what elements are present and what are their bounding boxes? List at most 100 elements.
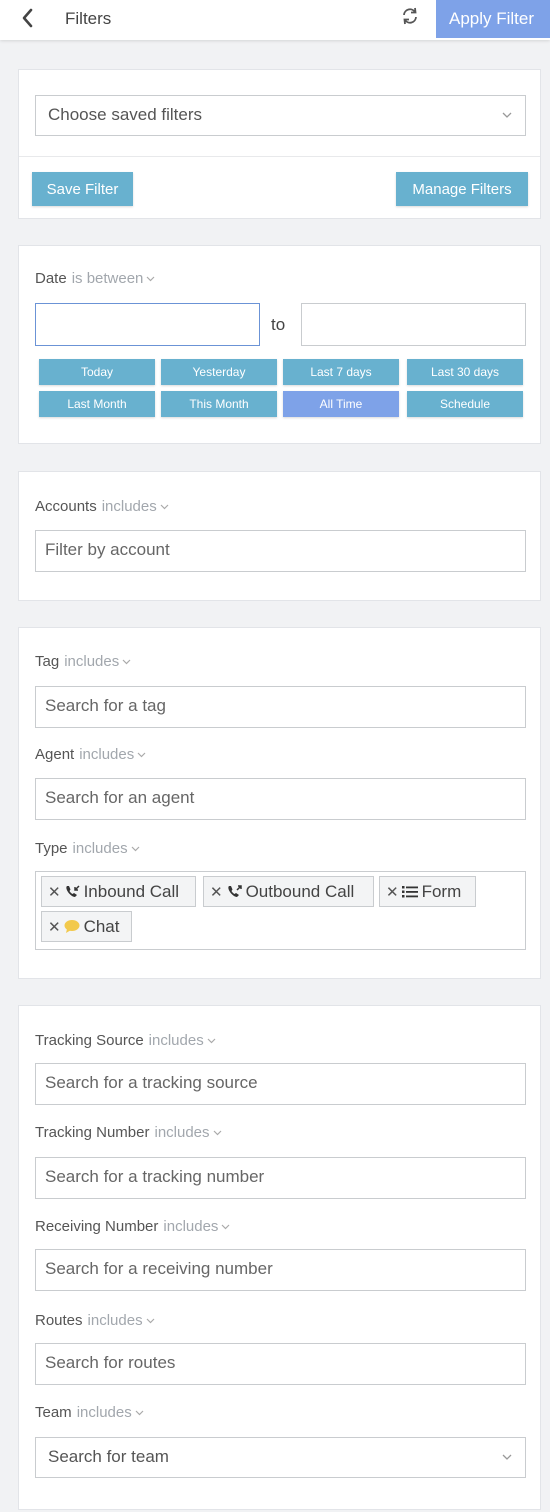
type-chip-chat-label: Chat [83,916,120,936]
routes-label: Routes [35,1312,83,1329]
chevron-down-icon [207,1038,216,1044]
tag-operator-text: includes [64,653,120,670]
agent-label: Agent [35,746,75,763]
tag-search-placeholder: Search for a tag [45,696,166,715]
receiving-number-label: Receiving Number [35,1218,159,1235]
date-panel: Date is between to Today Yesterday Last 7… [18,245,541,444]
type-chip-form: ✕ Form [379,876,476,907]
chevron-down-icon [146,1318,155,1324]
chevron-down-icon [213,1130,221,1136]
manage-filters-button[interactable]: Manage Filters [396,172,528,206]
team-operator-dropdown[interactable]: includes [77,1404,144,1421]
receiving-number-operator-text: includes [163,1218,219,1235]
tracking-source-placeholder: Search for a tracking source [45,1073,258,1092]
type-chip-inbound-call: ✕ Inbound Call [41,876,196,907]
date-to-label: to [271,315,286,334]
date-operator-dropdown[interactable]: is between [72,270,156,287]
saved-filters-select[interactable]: Choose saved filters [35,95,526,136]
date-today-button[interactable]: Today [39,359,155,385]
remove-chip-icon[interactable]: ✕ [48,883,61,901]
agent-operator-text: includes [79,746,135,763]
type-chip-box[interactable]: ✕ Inbound Call ✕ Outbound Call ✕ Form ✕ [35,871,526,950]
chevron-down-icon [131,846,140,852]
date-last-30-days-button[interactable]: Last 30 days [407,359,523,385]
team-select-text: Search for team [48,1447,169,1466]
type-operator-text: includes [72,840,128,857]
date-all-time-button[interactable]: All Time [283,391,399,417]
date-yesterday-button[interactable]: Yesterday [161,359,277,385]
account-filter-input[interactable]: Filter by account [35,530,526,572]
list-icon [401,885,418,899]
tag-search-input[interactable]: Search for a tag [35,686,526,728]
routes-operator-dropdown[interactable]: includes [88,1312,155,1329]
receiving-number-placeholder: Search for a receiving number [45,1259,273,1278]
save-filter-button[interactable]: Save Filter [32,172,133,206]
agent-search-input[interactable]: Search for an agent [35,778,526,820]
agent-operator-dropdown[interactable]: includes [79,746,146,763]
date-last-7-days-button[interactable]: Last 7 days [283,359,399,385]
tracking-source-operator-text: includes [148,1032,204,1049]
type-chip-inbound-call-label: Inbound Call [83,881,180,901]
accounts-label-row: Accounts includes [35,498,169,515]
date-from-input[interactable] [35,303,260,346]
back-chevron-icon[interactable] [18,6,38,30]
remove-chip-icon[interactable]: ✕ [48,918,61,936]
accounts-operator-dropdown[interactable]: includes [102,498,169,515]
type-operator-dropdown[interactable]: includes [73,840,140,857]
receiving-number-operator-dropdown[interactable]: includes [163,1218,230,1235]
chat-bubble-icon [64,919,80,934]
page-title: Filters [65,9,112,28]
phone-inbound-icon [64,884,80,900]
tracking-source-label-row: Tracking Source includes [35,1032,216,1049]
tracking-number-operator-text: includes [154,1124,210,1141]
accounts-panel: Accounts includes Filter by account [18,471,541,601]
chevron-down-icon [160,504,169,510]
saved-filters-select-text: Choose saved filters [48,105,203,124]
tracking-source-label: Tracking Source [35,1032,144,1049]
accounts-label: Accounts [35,498,97,515]
team-operator-text: includes [76,1404,132,1421]
tracking-source-operator-dropdown[interactable]: includes [149,1032,216,1049]
type-chip-outbound-call-label: Outbound Call [245,881,355,901]
date-operator-text: is between [71,270,144,287]
date-label: Date [35,270,67,287]
routes-label-row: Routes includes [35,1312,155,1329]
routes-operator-text: includes [87,1312,143,1329]
tag-label-row: Tag includes [35,653,131,670]
chevron-down-icon [135,1410,144,1416]
tag-agent-type-panel: Tag includes Search for a tag Agent includ… [18,627,541,979]
date-schedule-button[interactable]: Schedule [407,391,523,417]
date-last-month-button[interactable]: Last Month [39,391,155,417]
agent-label-row: Agent includes [35,746,146,763]
saved-filters-panel: Choose saved filters Save Filter Manage … [18,69,541,219]
team-label-row: Team includes [35,1404,144,1421]
type-chip-chat: ✕ Chat [41,911,132,942]
top-bar: Filters Apply Filter [0,0,550,40]
apply-filter-button[interactable]: Apply Filter [436,0,550,38]
chevron-down-icon [222,1224,230,1230]
chevron-down-icon [502,112,512,118]
date-this-month-button[interactable]: This Month [161,391,277,417]
team-label: Team [35,1404,72,1421]
agent-search-placeholder: Search for an agent [45,788,195,807]
remove-chip-icon[interactable]: ✕ [210,883,223,901]
receiving-number-input[interactable]: Search for a receiving number [35,1249,526,1291]
tracking-number-placeholder: Search for a tracking number [45,1167,265,1186]
tracking-source-input[interactable]: Search for a tracking source [35,1063,526,1105]
tracking-number-input[interactable]: Search for a tracking number [35,1157,526,1199]
refresh-icon[interactable] [399,5,421,27]
routes-input[interactable]: Search for routes [35,1343,526,1385]
phone-outbound-icon [226,884,242,900]
tracking-number-operator-dropdown[interactable]: includes [154,1124,221,1141]
team-select[interactable]: Search for team [35,1437,526,1478]
date-to-input[interactable] [301,303,526,346]
account-filter-placeholder: Filter by account [45,540,170,559]
tag-operator-dropdown[interactable]: includes [64,653,131,670]
type-chip-outbound-call: ✕ Outbound Call [203,876,374,907]
date-label-row: Date is between [35,270,155,287]
chevron-down-icon [502,1454,512,1460]
chevron-down-icon [146,276,155,282]
remove-chip-icon[interactable]: ✕ [386,883,399,901]
tag-label: Tag [35,653,60,670]
tracking-number-label: Tracking Number [35,1124,150,1141]
